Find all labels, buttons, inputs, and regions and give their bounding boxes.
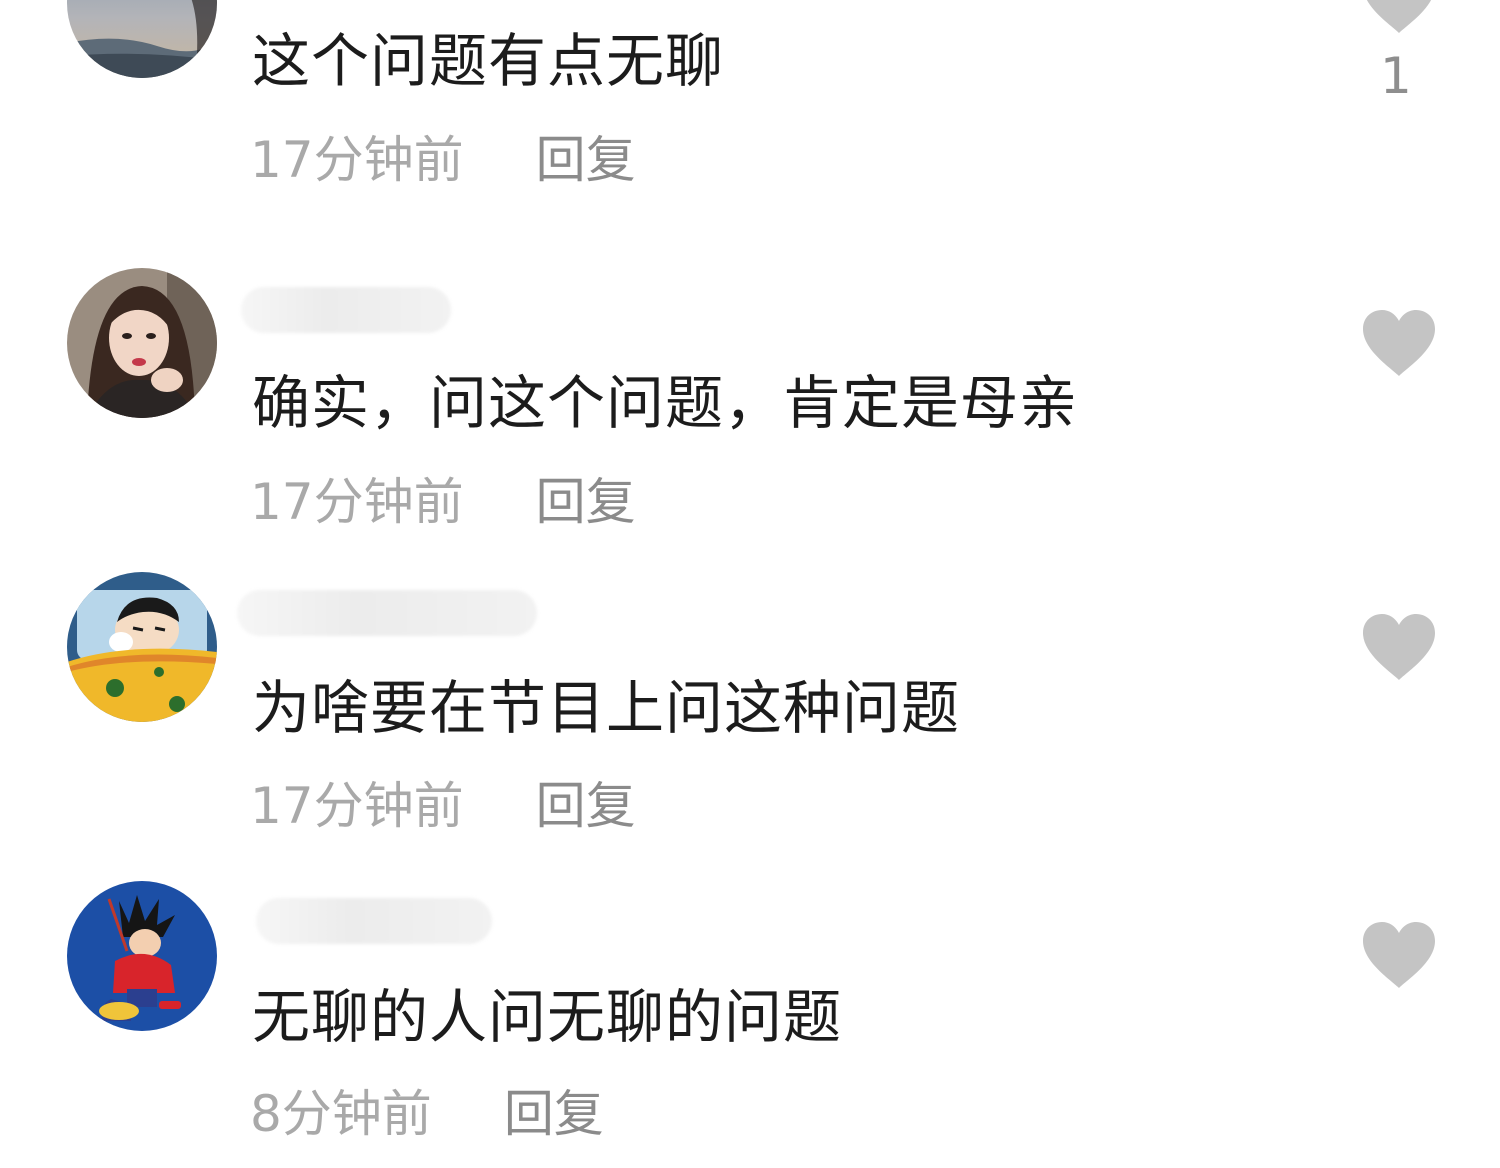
comment-time: 17分钟前 <box>250 777 464 835</box>
comment-meta: 17分钟前 回复 <box>250 472 636 532</box>
reply-button[interactable]: 回复 <box>536 776 636 836</box>
username[interactable] <box>237 590 537 636</box>
username[interactable] <box>256 898 492 944</box>
heart-icon[interactable] <box>1361 308 1437 378</box>
heart-icon[interactable] <box>1361 920 1437 990</box>
comment-text: 这个问题有点无聊 <box>252 27 725 95</box>
like-count: 1 <box>1380 47 1412 105</box>
comment-meta: 8分钟前 回复 <box>250 1084 604 1144</box>
reply-button[interactable]: 回复 <box>536 130 636 190</box>
comment-text: 无聊的人问无聊的问题 <box>252 983 843 1051</box>
comment-list: 这个问题有点无聊 17分钟前 回复 1 确实，问这个问题，肯定是母亲 17分钟前… <box>0 0 1500 1168</box>
comment-time: 8分钟前 <box>250 1085 432 1143</box>
reply-button[interactable]: 回复 <box>504 1084 604 1144</box>
avatar[interactable] <box>67 268 217 418</box>
comment-meta: 17分钟前 回复 <box>250 130 636 190</box>
comment-time: 17分钟前 <box>250 131 464 189</box>
heart-icon[interactable] <box>1361 0 1437 35</box>
comment-meta: 17分钟前 回复 <box>250 776 636 836</box>
avatar[interactable] <box>67 0 217 78</box>
avatar[interactable] <box>67 881 217 1031</box>
heart-icon[interactable] <box>1361 612 1437 682</box>
reply-button[interactable]: 回复 <box>536 472 636 532</box>
username[interactable] <box>241 287 451 333</box>
avatar[interactable] <box>67 572 217 722</box>
comment-text: 确实，问这个问题，肯定是母亲 <box>252 369 1079 437</box>
comment-text: 为啥要在节目上问这种问题 <box>252 674 961 742</box>
comment-time: 17分钟前 <box>250 473 464 531</box>
